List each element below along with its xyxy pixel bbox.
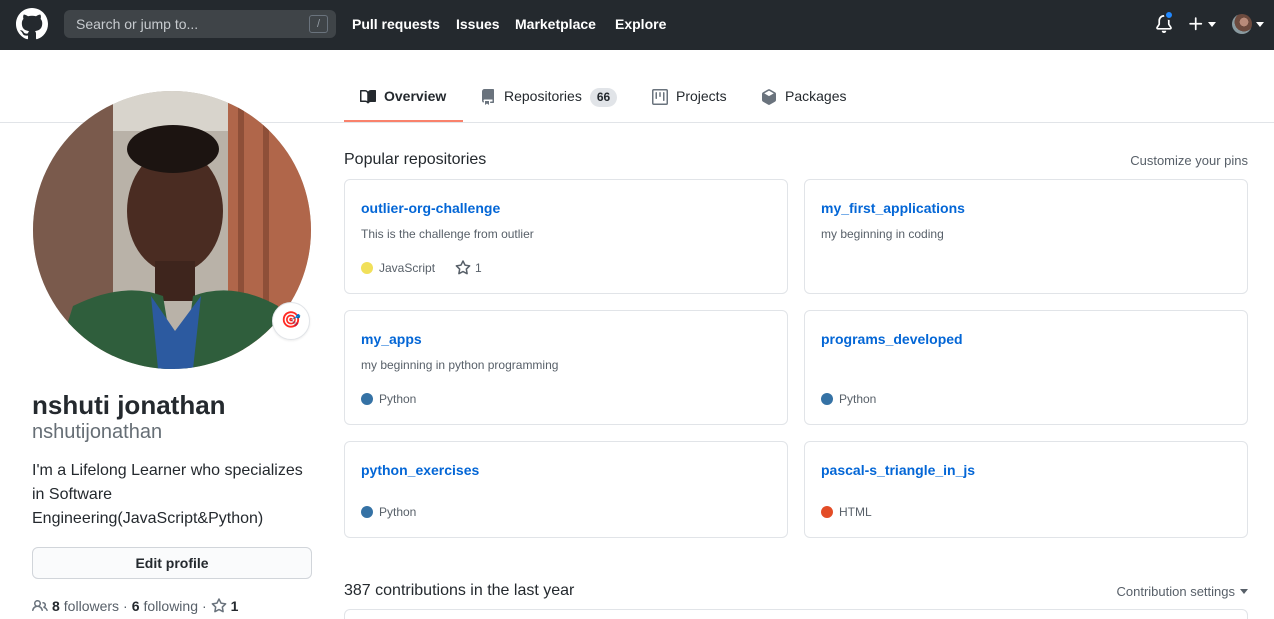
target-emoji-icon: 🎯	[281, 312, 301, 329]
tab-projects-label: Projects	[676, 88, 727, 104]
nav-explore[interactable]: Explore	[615, 15, 666, 33]
profile-photo	[33, 91, 311, 369]
plus-icon	[1189, 17, 1203, 31]
global-header: / Pull requests Issues Marketplace Explo…	[0, 0, 1274, 50]
repo-card: outlier-org-challenge This is the challe…	[344, 179, 788, 294]
followers-label: followers	[63, 598, 120, 614]
stars-count: 1	[230, 598, 239, 614]
caret-down-icon	[1208, 22, 1216, 27]
profile-avatar[interactable]	[33, 91, 311, 369]
customize-pins-link[interactable]: Customize your pins	[1130, 153, 1248, 169]
repo-stars-link[interactable]: 1	[455, 260, 482, 276]
repo-meta: HTML	[821, 504, 872, 520]
repo-link[interactable]: my_apps	[361, 330, 422, 348]
repo-language: JavaScript	[379, 261, 436, 275]
stars-link[interactable]: 1	[211, 598, 239, 614]
caret-down-icon	[1256, 22, 1264, 27]
nav-pull-requests[interactable]: Pull requests	[352, 15, 440, 33]
edit-profile-button[interactable]: Edit profile	[32, 547, 312, 579]
contributions-title: 387 contributions in the last year	[344, 582, 575, 599]
profile-username: nshutijonathan	[32, 421, 163, 443]
tab-packages[interactable]: Packages	[761, 80, 846, 122]
repo-meta: JavaScript 1	[361, 260, 482, 276]
following-link[interactable]: 6 following	[132, 598, 198, 614]
repo-card: my_apps my beginning in python programmi…	[344, 310, 788, 425]
contribution-settings-menu[interactable]: Contribution settings	[1116, 584, 1248, 600]
contribution-settings-label: Contribution settings	[1116, 584, 1235, 599]
user-menu[interactable]	[1232, 14, 1264, 36]
contributions-calendar	[344, 609, 1248, 619]
language-color-dot	[821, 393, 833, 405]
repo-link[interactable]: pascal-s_triangle_in_js	[821, 461, 975, 479]
create-new-menu[interactable]	[1187, 13, 1219, 35]
set-status-button[interactable]: 🎯	[272, 302, 310, 340]
repo-card: my_first_applications my beginning in co…	[804, 179, 1248, 294]
repo-meta: Python	[821, 391, 876, 407]
repositories-counter: 66	[589, 88, 618, 107]
profile-bio: I'm a Lifelong Learner who specializes i…	[32, 462, 303, 527]
repo-star-count: 1	[475, 261, 482, 275]
repo-meta: Python	[361, 504, 416, 520]
followers-link[interactable]: 8 followers	[52, 598, 119, 614]
stats-separator: ·	[202, 598, 207, 614]
notification-indicator	[1164, 10, 1174, 20]
nav-issues[interactable]: Issues	[456, 15, 500, 33]
star-icon	[455, 260, 471, 275]
search-box[interactable]: /	[64, 10, 336, 38]
popular-repos-title: Popular repositories	[344, 151, 487, 168]
avatar	[1232, 14, 1252, 34]
repo-description: my beginning in coding	[821, 227, 944, 241]
language-color-dot	[361, 262, 373, 274]
following-count: 6	[131, 598, 140, 614]
language-color-dot	[361, 506, 373, 518]
followers-count: 8	[52, 598, 60, 614]
tab-repositories-label: Repositories	[504, 88, 582, 104]
book-icon	[360, 89, 376, 104]
repo-language: Python	[839, 392, 877, 406]
repo-description: This is the challenge from outlier	[361, 227, 534, 241]
repo-link[interactable]: my_first_applications	[821, 199, 965, 217]
repo-language: Python	[379, 505, 417, 519]
stats-separator: ·	[123, 598, 128, 614]
repo-language: HTML	[839, 505, 872, 519]
caret-down-icon	[1240, 589, 1248, 594]
profile-full-name: nshuti jonathan	[32, 390, 226, 420]
repo-card: programs_developed Python	[804, 310, 1248, 425]
language-color-dot	[361, 393, 373, 405]
repo-link[interactable]: python_exercises	[361, 461, 479, 479]
following-label: following	[143, 598, 198, 614]
repo-description: my beginning in python programming	[361, 358, 559, 372]
search-input[interactable]	[64, 10, 336, 38]
repo-link[interactable]: outlier-org-challenge	[361, 199, 500, 217]
tab-packages-label: Packages	[785, 88, 847, 104]
repo-language: Python	[379, 392, 417, 406]
repo-icon	[482, 89, 494, 105]
tab-overview[interactable]: Overview	[344, 80, 463, 122]
tab-overview-label: Overview	[384, 88, 447, 104]
people-icon	[32, 599, 48, 612]
follow-stats: 8 followers · 6 following · 1	[32, 597, 238, 615]
github-logo-icon[interactable]	[16, 8, 48, 40]
search-shortcut-key: /	[309, 15, 328, 33]
project-icon	[652, 89, 668, 105]
repo-card: pascal-s_triangle_in_js HTML	[804, 441, 1248, 538]
repo-link[interactable]: programs_developed	[821, 330, 963, 348]
repo-card: python_exercises Python	[344, 441, 788, 538]
tab-repositories[interactable]: Repositories 66	[480, 80, 618, 122]
star-icon	[211, 598, 227, 613]
repo-meta: Python	[361, 391, 416, 407]
tab-projects[interactable]: Projects	[652, 80, 727, 122]
nav-marketplace[interactable]: Marketplace	[515, 15, 596, 33]
package-icon	[762, 89, 776, 105]
language-color-dot	[821, 506, 833, 518]
